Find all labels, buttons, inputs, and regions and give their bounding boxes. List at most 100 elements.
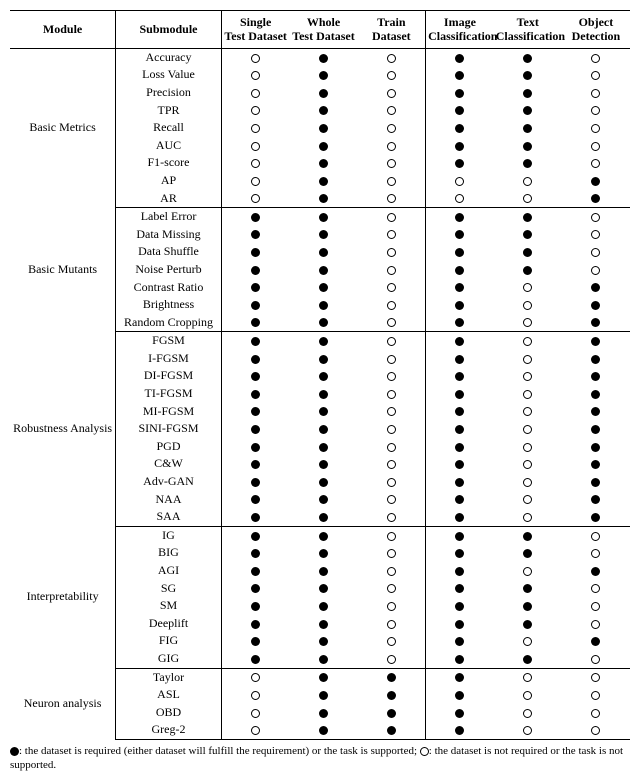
value-cell — [562, 367, 630, 385]
value-cell — [426, 615, 494, 633]
filled-dot-icon — [455, 726, 464, 735]
value-cell — [289, 544, 357, 562]
filled-dot-icon — [319, 655, 328, 664]
filled-dot-icon — [455, 54, 464, 63]
submodule-cell: Data Shuffle — [116, 243, 222, 261]
filled-dot-icon — [319, 355, 328, 364]
value-cell — [494, 350, 562, 368]
value-cell — [358, 455, 426, 473]
value-cell — [289, 226, 357, 244]
value-cell — [562, 473, 630, 491]
open-dot-icon — [387, 124, 396, 133]
filled-dot-icon — [455, 71, 464, 80]
submodule-cell: AR — [116, 190, 222, 208]
open-dot-icon — [387, 71, 396, 80]
open-dot-icon — [251, 691, 260, 700]
value-cell — [221, 491, 289, 509]
value-cell — [358, 580, 426, 598]
filled-dot-icon — [455, 355, 464, 364]
value-cell — [494, 261, 562, 279]
value-cell — [426, 455, 494, 473]
filled-dot-icon — [455, 124, 464, 133]
filled-dot-icon — [251, 567, 260, 576]
filled-dot-icon — [319, 478, 328, 487]
value-cell — [221, 261, 289, 279]
filled-dot-icon — [455, 549, 464, 558]
filled-dot-icon — [319, 71, 328, 80]
value-cell — [562, 704, 630, 722]
value-cell — [358, 332, 426, 350]
value-cell — [221, 119, 289, 137]
filled-dot-icon — [387, 691, 396, 700]
submodule-cell: Recall — [116, 119, 222, 137]
value-cell — [221, 544, 289, 562]
value-cell — [289, 686, 357, 704]
value-cell — [358, 172, 426, 190]
open-dot-icon — [387, 637, 396, 646]
value-cell — [289, 261, 357, 279]
filled-dot-icon — [319, 584, 328, 593]
value-cell — [358, 491, 426, 509]
value-cell — [426, 632, 494, 650]
filled-dot-icon — [319, 54, 328, 63]
filled-dot-icon — [523, 532, 532, 541]
filled-dot-icon — [319, 726, 328, 735]
value-cell — [494, 420, 562, 438]
filled-dot-icon — [251, 230, 260, 239]
value-cell — [358, 508, 426, 526]
value-cell — [562, 154, 630, 172]
module-cell: Interpretability — [10, 526, 116, 668]
open-dot-icon — [387, 513, 396, 522]
value-cell — [494, 296, 562, 314]
open-dot-icon — [523, 390, 532, 399]
value-cell — [289, 650, 357, 668]
value-cell — [494, 455, 562, 473]
submodule-cell: Random Cropping — [116, 314, 222, 332]
filled-dot-icon — [319, 266, 328, 275]
col-header-image-class: Image Classification — [426, 11, 494, 49]
table-row: Basic MutantsLabel Error — [10, 208, 630, 226]
legend-filled-text: : the dataset is required (either datase… — [19, 745, 417, 757]
open-dot-icon — [523, 407, 532, 416]
value-cell — [426, 350, 494, 368]
value-cell — [358, 119, 426, 137]
value-cell — [358, 48, 426, 66]
open-dot-icon — [387, 248, 396, 257]
value-cell — [426, 208, 494, 226]
value-cell — [221, 403, 289, 421]
open-dot-icon — [591, 549, 600, 558]
value-cell — [221, 668, 289, 686]
value-cell — [289, 243, 357, 261]
value-cell — [494, 544, 562, 562]
submodule-cell: AUC — [116, 137, 222, 155]
value-cell — [358, 686, 426, 704]
table-row: Neuron analysisTaylor — [10, 668, 630, 686]
value-cell — [494, 580, 562, 598]
open-dot-icon — [387, 106, 396, 115]
filled-dot-icon — [455, 142, 464, 151]
open-dot-icon — [523, 177, 532, 186]
submodule-cell: TI-FGSM — [116, 385, 222, 403]
value-cell — [358, 562, 426, 580]
open-dot-icon — [523, 567, 532, 576]
filled-dot-icon — [523, 266, 532, 275]
submodule-cell: ASL — [116, 686, 222, 704]
filled-dot-icon — [319, 691, 328, 700]
value-cell — [562, 597, 630, 615]
filled-dot-icon — [319, 460, 328, 469]
value-cell — [426, 438, 494, 456]
col-header-whole-test: Whole Test Dataset — [289, 11, 357, 49]
filled-dot-icon — [251, 443, 260, 452]
filled-dot-icon — [319, 567, 328, 576]
filled-dot-icon — [251, 283, 260, 292]
value-cell — [562, 455, 630, 473]
open-dot-icon — [387, 159, 396, 168]
value-cell — [221, 686, 289, 704]
col-header-text-class: Text Classification — [494, 11, 562, 49]
open-dot-icon — [523, 673, 532, 682]
filled-dot-icon — [455, 691, 464, 700]
open-dot-icon — [591, 248, 600, 257]
value-cell — [562, 438, 630, 456]
open-dot-icon — [523, 194, 532, 203]
value-cell — [289, 668, 357, 686]
